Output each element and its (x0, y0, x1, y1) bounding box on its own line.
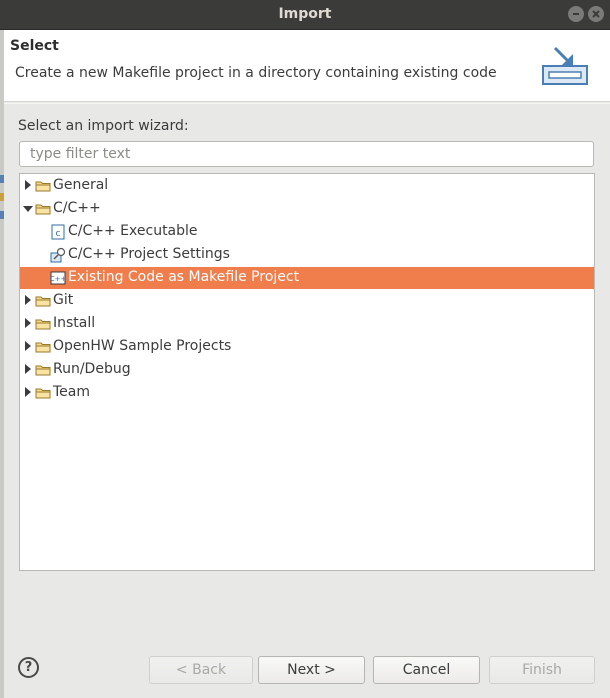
page-title: Select (10, 38, 59, 54)
next-button[interactable]: Next > (258, 656, 365, 684)
cancel-button[interactable]: Cancel (373, 656, 480, 684)
close-button[interactable] (588, 6, 604, 22)
folder-icon (35, 293, 51, 309)
tree-item-label: Existing Code as Makefile Project (68, 269, 300, 285)
expand-arrow-icon[interactable] (25, 341, 31, 351)
folder-icon (35, 362, 51, 378)
tree-item-label: C/C++ Project Settings (68, 246, 230, 262)
expand-arrow-icon[interactable] (25, 318, 31, 328)
project-settings-icon (50, 247, 66, 263)
folder-icon (35, 339, 51, 355)
tree-item[interactable]: General (20, 175, 594, 197)
header-separator (4, 103, 610, 104)
expand-arrow-icon[interactable] (25, 387, 31, 397)
tree-item-label: C/C++ (53, 200, 101, 216)
page-description: Create a new Makefile project in a direc… (15, 65, 497, 81)
folder-icon (35, 201, 51, 217)
tree-item-label: OpenHW Sample Projects (53, 338, 232, 354)
c-executable-icon: c (50, 224, 66, 240)
background-window-edge (0, 30, 4, 698)
minimize-icon (573, 13, 579, 15)
tree-item[interactable]: Git (20, 290, 594, 312)
svg-text:c: c (56, 229, 61, 239)
import-wizard-label: Select an import wizard: (18, 118, 189, 134)
tree-item[interactable]: C/C++ (20, 198, 594, 220)
expand-arrow-icon[interactable] (25, 295, 31, 305)
tree-item[interactable]: Install (20, 313, 594, 335)
import-banner-icon (542, 46, 588, 85)
tree-item-label: Git (53, 292, 74, 308)
help-button[interactable]: ? (18, 657, 39, 678)
expand-arrow-icon[interactable] (25, 364, 31, 374)
background-mark (0, 175, 4, 183)
window-titlebar: Import (0, 0, 610, 30)
expand-arrow-icon[interactable] (25, 180, 31, 190)
folder-icon (35, 385, 51, 401)
background-mark (0, 211, 4, 219)
tree-item[interactable]: C++ Existing Code as Makefile Project (20, 267, 594, 289)
tree-item-label: General (53, 177, 109, 193)
background-mark (0, 193, 4, 201)
finish-button[interactable]: Finish (489, 656, 595, 684)
filter-input[interactable] (19, 141, 594, 167)
wizard-tree[interactable]: General C/C++ c C/C++ Executable C/C++ Proje… (19, 173, 595, 571)
window-title: Import (278, 6, 332, 22)
folder-icon (35, 316, 51, 332)
cpp-makefile-icon: C++ (50, 270, 66, 286)
minimize-button[interactable] (568, 6, 584, 22)
tree-item-label: Run/Debug (53, 361, 131, 377)
close-icon (592, 10, 600, 18)
tree-item-label: C/C++ Executable (68, 223, 198, 239)
tree-item[interactable]: Run/Debug (20, 359, 594, 381)
svg-text:C++: C++ (50, 275, 66, 283)
collapse-arrow-icon[interactable] (23, 206, 33, 212)
tree-item-label: Install (53, 315, 96, 331)
back-button[interactable]: < Back (149, 656, 253, 684)
tree-item[interactable]: Team (20, 382, 594, 404)
folder-icon (35, 178, 51, 194)
tree-item[interactable]: c C/C++ Executable (20, 221, 594, 243)
tree-item[interactable]: OpenHW Sample Projects (20, 336, 594, 358)
tree-item-label: Team (53, 384, 91, 400)
wizard-header: Select Create a new Makefile project in … (4, 30, 610, 102)
tree-item[interactable]: C/C++ Project Settings (20, 244, 594, 266)
